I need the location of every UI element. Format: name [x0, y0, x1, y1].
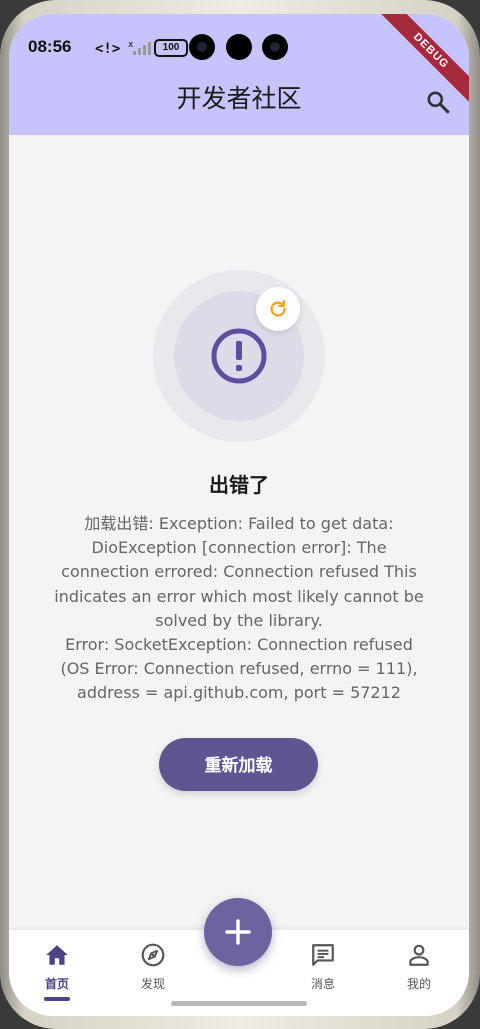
battery-indicator: 100	[154, 39, 188, 57]
nav-label-messages: 消息	[310, 977, 335, 991]
screen: 08:56 <!> x 100 DEBUG 开发者社区 出错了 加载出错: Ex…	[9, 14, 469, 1016]
plus-icon	[225, 919, 251, 945]
app-bar: 08:56 <!> x 100 DEBUG 开发者社区	[9, 14, 469, 135]
reload-button[interactable]: 重新加载	[159, 738, 318, 791]
nav-item-mine[interactable]: 我的	[373, 930, 465, 1000]
camera-dot	[226, 34, 252, 60]
home-indicator-bar[interactable]	[171, 1001, 307, 1006]
compass-icon	[141, 943, 165, 967]
page-title: 开发者社区	[176, 84, 302, 113]
nav-label-discover: 发现	[140, 977, 165, 991]
status-bar: 08:56 <!> x 100	[9, 32, 469, 64]
svg-text:<!>: <!>	[95, 41, 120, 57]
error-title: 出错了	[209, 473, 269, 497]
nav-item-messages[interactable]: 消息	[277, 930, 369, 1000]
phone-frame: 08:56 <!> x 100 DEBUG 开发者社区 出错了 加载出错: Ex…	[0, 0, 480, 1029]
refresh-icon	[270, 300, 286, 317]
camera-dot	[262, 34, 288, 60]
error-message: 加载出错: Exception: Failed to get data: Dio…	[54, 514, 424, 703]
active-tab-indicator	[44, 997, 70, 1001]
nav-label-home: 首页	[44, 977, 69, 991]
error-illustration	[153, 270, 325, 442]
home-icon	[46, 945, 68, 965]
nav-item-discover[interactable]: 发现	[107, 930, 199, 1000]
chat-icon	[312, 944, 334, 966]
create-post-button[interactable]	[204, 898, 272, 966]
nav-item-home[interactable]: 首页	[11, 930, 103, 1001]
network-status-icons: <!> x	[95, 40, 151, 57]
alert-circle-icon	[211, 328, 267, 384]
person-icon	[409, 944, 429, 966]
nav-label-mine: 我的	[406, 977, 431, 991]
search-icon[interactable]	[425, 89, 451, 115]
svg-text:x: x	[128, 40, 134, 50]
camera-dot	[189, 34, 215, 60]
refresh-badge[interactable]	[256, 287, 300, 331]
status-time: 08:56	[28, 37, 72, 56]
